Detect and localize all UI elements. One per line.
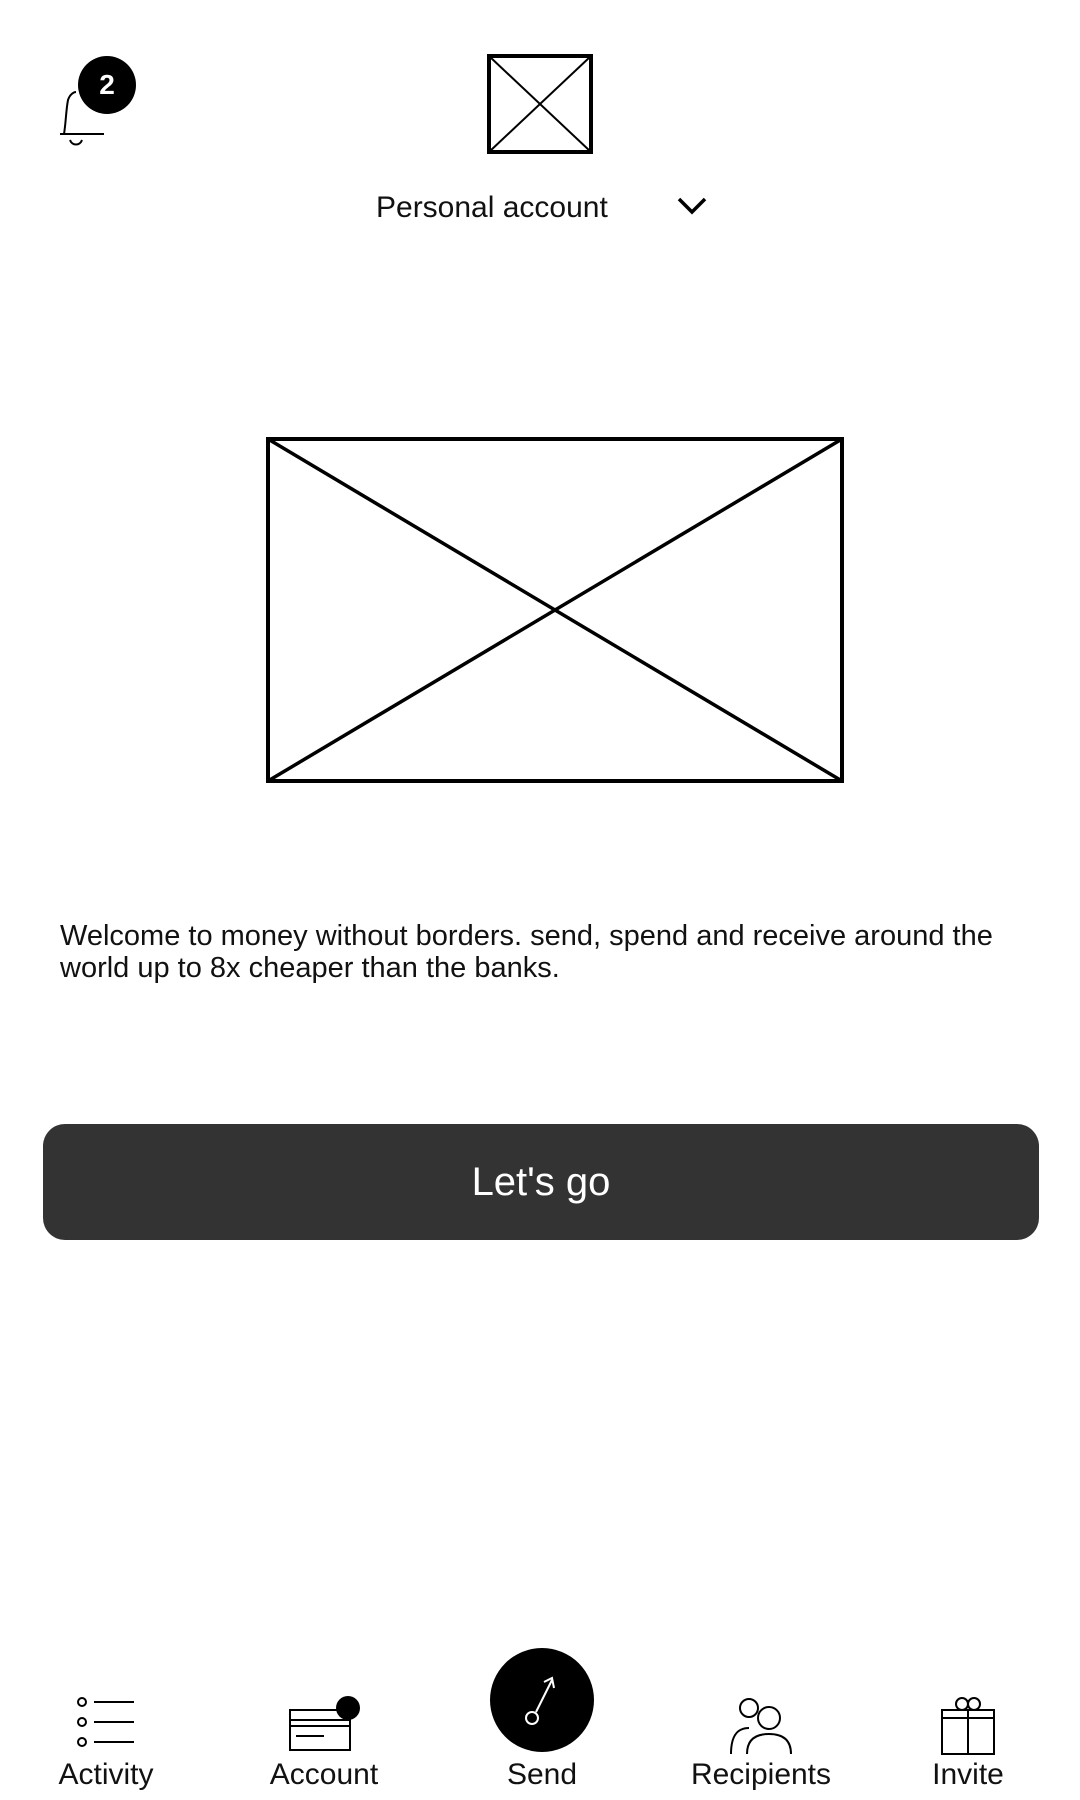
nav-item-invite[interactable]: Invite [868,1640,1068,1800]
people-icon [730,1698,792,1755]
lets-go-button[interactable]: Let's go [43,1124,1039,1240]
card-icon [289,1696,360,1751]
app-screen: 2 Personal account Welcome to money with… [0,0,1080,1800]
nav-item-activity[interactable]: Activity [6,1640,206,1800]
nav-item-recipients[interactable]: Recipients [661,1640,861,1800]
nav-item-account[interactable]: Account [224,1640,424,1800]
hero-placeholder-image [266,437,844,783]
send-arrow-icon [525,1676,555,1725]
nav-label-account: Account [269,1758,379,1791]
notifications-button[interactable]: 2 [56,52,146,146]
account-label: Personal account [376,191,608,224]
nav-label-send: Send [506,1758,578,1791]
chevron-down-icon [677,197,707,215]
nav-label-activity: Activity [58,1758,154,1791]
notification-badge: 2 [78,56,136,114]
nav-item-send[interactable]: Send [442,1640,642,1800]
account-switcher[interactable]: Personal account [376,186,716,230]
gift-icon [941,1697,995,1755]
nav-label-recipients: Recipients [690,1758,832,1791]
nav-label-invite: Invite [932,1758,1004,1791]
logo-placeholder-image [487,54,593,154]
welcome-text: Welcome to money without borders. send, … [60,920,993,984]
list-icon [77,1697,134,1747]
bottom-nav: Activity Account Send Recipients Invite [0,1640,1080,1800]
send-button-circle [490,1648,594,1752]
